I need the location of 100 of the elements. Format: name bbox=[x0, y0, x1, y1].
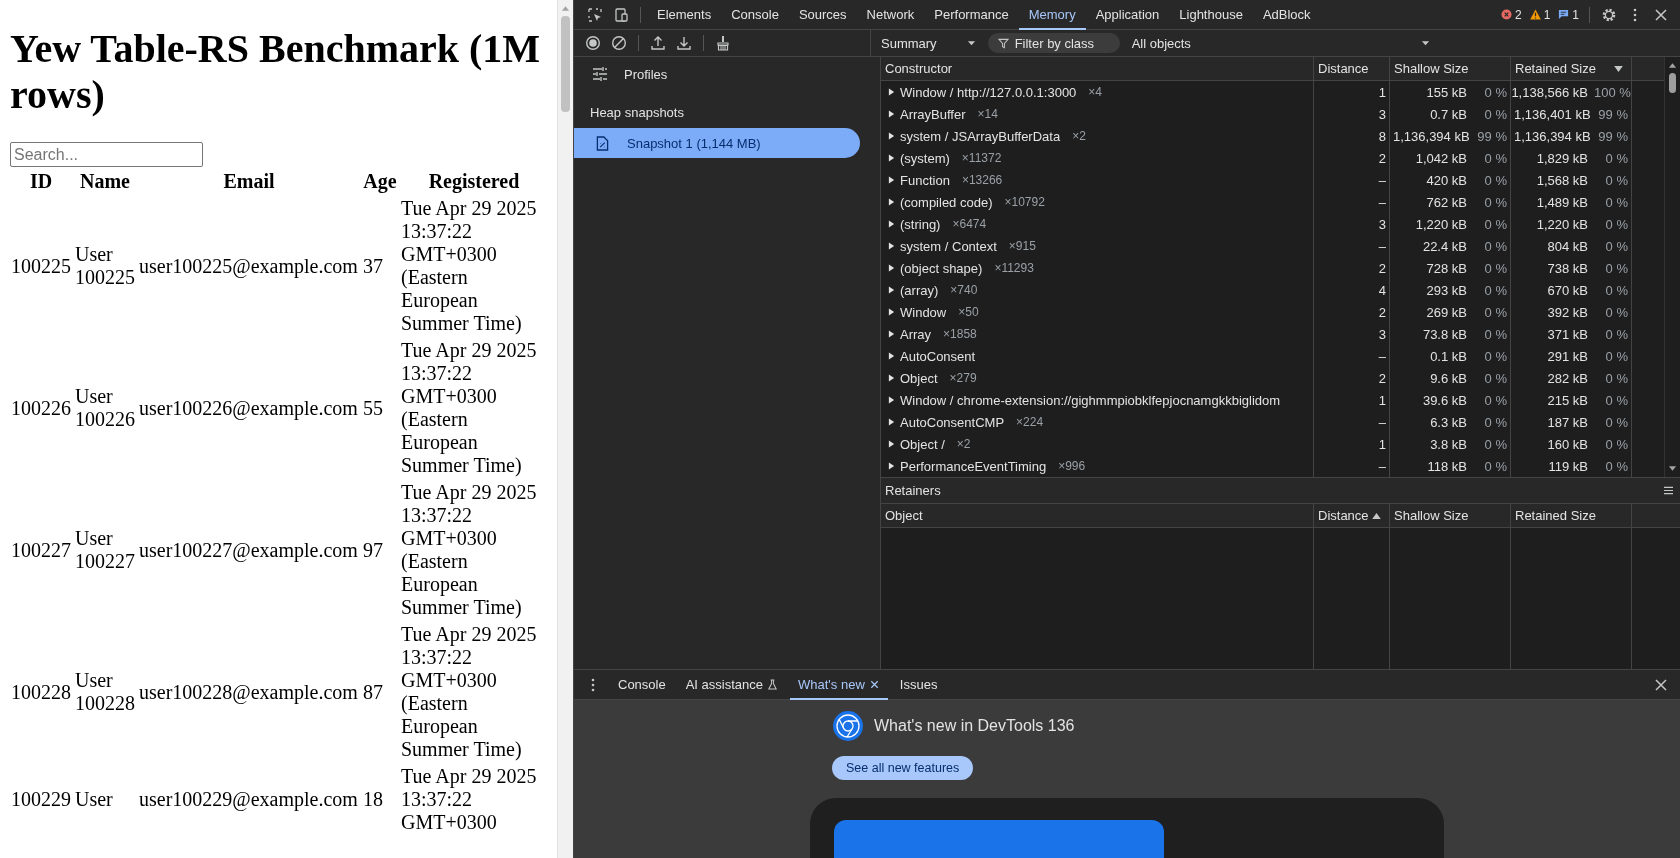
broom-icon[interactable] bbox=[715, 35, 731, 52]
expand-arrow-icon[interactable] bbox=[888, 396, 895, 405]
close-icon[interactable] bbox=[1653, 676, 1669, 693]
size-value: 1,568 kB bbox=[1536, 172, 1588, 188]
percent-value: 99 % bbox=[1597, 106, 1628, 122]
expand-arrow-icon[interactable] bbox=[888, 88, 895, 97]
menu-icon[interactable] bbox=[1663, 486, 1674, 496]
panel-tab[interactable]: Sources bbox=[788, 1, 857, 30]
expand-arrow-icon[interactable] bbox=[888, 418, 895, 427]
column-header[interactable]: Distance bbox=[1314, 504, 1390, 528]
instance-count: ×2 bbox=[956, 437, 971, 452]
expand-arrow-icon[interactable] bbox=[888, 198, 895, 207]
percent-value: 0 % bbox=[1483, 172, 1507, 188]
percent-value: 99 % bbox=[1597, 128, 1628, 144]
size-value: 9.6 kB bbox=[1430, 370, 1467, 386]
message-counter[interactable]: 1 bbox=[1558, 7, 1579, 22]
close-tab-icon[interactable] bbox=[868, 679, 880, 690]
constructor-name: (string) bbox=[900, 216, 941, 232]
column-header[interactable]: Constructor bbox=[881, 57, 1314, 81]
panel-tab[interactable]: Performance bbox=[924, 1, 1019, 30]
size-value: 187 kB bbox=[1547, 414, 1588, 430]
column-header[interactable]: Retained Size bbox=[1511, 504, 1632, 528]
column-header[interactable]: Object bbox=[881, 504, 1314, 528]
percent-value: 0 % bbox=[1483, 84, 1507, 100]
error-count: 2 bbox=[1514, 7, 1522, 22]
snapshot-item[interactable]: Snapshot 1 (1,144 MB) bbox=[574, 128, 860, 159]
scroll-down-icon[interactable] bbox=[1668, 466, 1677, 473]
percent-value: 0 % bbox=[1483, 260, 1507, 276]
instance-count: ×10792 bbox=[1004, 195, 1045, 210]
table-cell-text: User 100226 bbox=[74, 384, 136, 432]
table-cell-text: 100225 bbox=[10, 253, 72, 279]
expand-arrow-icon[interactable] bbox=[888, 132, 895, 141]
expand-arrow-icon[interactable] bbox=[888, 440, 895, 449]
view-dropdown[interactable]: Summary bbox=[877, 33, 980, 53]
panel-tab[interactable]: Application bbox=[1085, 1, 1170, 30]
column-header[interactable]: Shallow Size bbox=[1390, 504, 1511, 528]
size-value: 670 kB bbox=[1547, 282, 1588, 298]
drawer-tab[interactable]: AI assistance bbox=[677, 671, 787, 700]
upload-icon[interactable] bbox=[650, 35, 666, 52]
record-icon[interactable] bbox=[585, 35, 601, 52]
retainers-title: Retainers bbox=[885, 483, 941, 499]
drawer-tab[interactable]: Console bbox=[610, 671, 674, 700]
panel-tab[interactable]: Elements bbox=[647, 1, 722, 30]
settings-icon[interactable] bbox=[1601, 6, 1617, 23]
see-features-button[interactable]: See all new features bbox=[832, 756, 974, 780]
panel-tab[interactable]: AdBlock bbox=[1252, 1, 1321, 30]
filter-field[interactable]: Filter by class bbox=[987, 33, 1120, 54]
expand-arrow-icon[interactable] bbox=[888, 242, 895, 251]
inspect-icon[interactable] bbox=[587, 6, 603, 23]
column-header[interactable]: Distance bbox=[1314, 57, 1390, 81]
size-value: 1,136,394 kB bbox=[1393, 128, 1470, 144]
expand-arrow-icon[interactable] bbox=[888, 154, 895, 163]
expand-arrow-icon[interactable] bbox=[888, 264, 895, 273]
column-header[interactable]: Shallow Size bbox=[1390, 57, 1511, 81]
panel-tab[interactable]: Lighthouse bbox=[1169, 1, 1253, 30]
clear-icon[interactable] bbox=[611, 35, 627, 52]
size-value: 118 kB bbox=[1427, 458, 1467, 474]
page-scrollbar[interactable] bbox=[557, 0, 573, 858]
expand-arrow-icon[interactable] bbox=[888, 462, 895, 471]
panel-tab[interactable]: Memory bbox=[1018, 1, 1086, 30]
percent-value: 0 % bbox=[1604, 414, 1628, 430]
column-header[interactable]: Retained Size bbox=[1511, 57, 1632, 81]
percent-value: 0 % bbox=[1604, 238, 1628, 254]
close-icon[interactable] bbox=[1653, 6, 1669, 23]
error-counter[interactable]: 2 bbox=[1500, 7, 1522, 22]
expand-arrow-icon[interactable] bbox=[888, 352, 895, 361]
device-toolbar-icon[interactable] bbox=[613, 6, 629, 23]
message-icon bbox=[1558, 9, 1570, 20]
tab-label: AI assistance bbox=[685, 677, 764, 692]
constructor-name: Object bbox=[900, 370, 938, 386]
expand-arrow-icon[interactable] bbox=[888, 308, 895, 317]
percent-value: 0 % bbox=[1604, 326, 1628, 342]
size-value: 119 kB bbox=[1548, 458, 1588, 474]
search-field[interactable]: Search... bbox=[10, 142, 203, 167]
size-value: 762 kB bbox=[1426, 194, 1467, 210]
scroll-thumb[interactable] bbox=[561, 16, 570, 112]
instance-count: ×4 bbox=[1088, 85, 1103, 100]
percent-value: 0 % bbox=[1483, 150, 1507, 166]
instance-count: ×224 bbox=[1016, 415, 1044, 430]
constructor-name: Window bbox=[900, 304, 947, 320]
size-value: 1,138,566 kB bbox=[1511, 84, 1588, 100]
expand-arrow-icon[interactable] bbox=[888, 220, 895, 229]
distance-value: – bbox=[1378, 194, 1386, 210]
expand-arrow-icon[interactable] bbox=[888, 330, 895, 339]
distance-value: 1 bbox=[1378, 436, 1386, 452]
constructor-name: AutoConsent bbox=[900, 348, 976, 364]
scroll-up-icon[interactable] bbox=[1668, 62, 1677, 69]
panel-tab[interactable]: Network bbox=[856, 1, 925, 30]
percent-value: 0 % bbox=[1483, 436, 1507, 452]
panel-tab[interactable]: Console bbox=[721, 1, 789, 30]
drawer-tab[interactable]: Issues bbox=[891, 671, 946, 700]
scroll-thumb[interactable] bbox=[1669, 73, 1676, 94]
expand-arrow-icon[interactable] bbox=[888, 110, 895, 119]
expand-arrow-icon[interactable] bbox=[888, 286, 895, 295]
download-icon[interactable] bbox=[676, 35, 692, 52]
expand-arrow-icon[interactable] bbox=[888, 176, 895, 185]
size-value: 804 kB bbox=[1547, 238, 1588, 254]
warning-counter[interactable]: 1 bbox=[1529, 7, 1551, 22]
scope-dropdown[interactable]: All objects bbox=[1127, 33, 1434, 53]
expand-arrow-icon[interactable] bbox=[888, 374, 895, 383]
